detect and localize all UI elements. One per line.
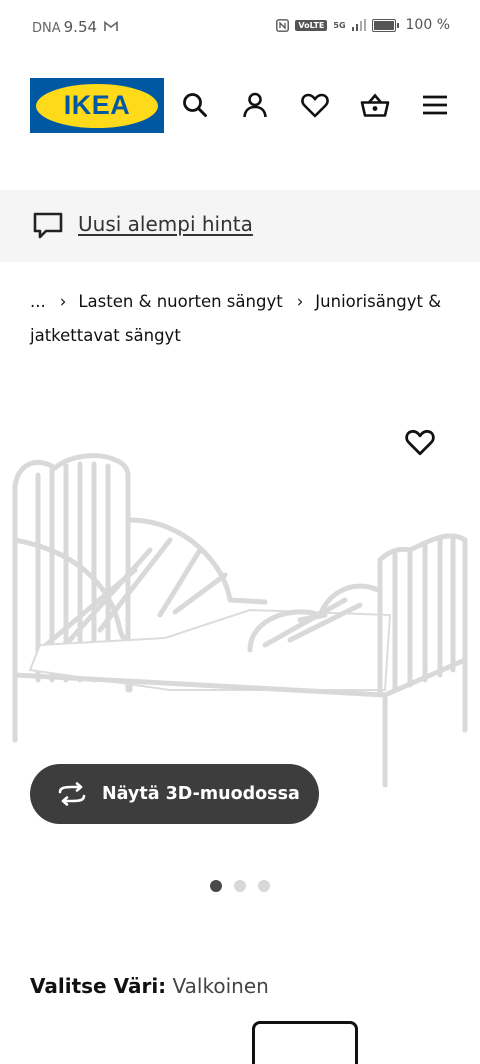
account-icon[interactable]	[240, 90, 270, 120]
clock: 9.54	[63, 18, 98, 36]
gallery-pagination	[210, 880, 270, 892]
gmail-icon	[104, 21, 118, 31]
promo-link[interactable]: Uusi alempi hinta	[78, 212, 253, 236]
battery-level: 100 %	[405, 17, 450, 33]
rotate-3d-icon	[56, 782, 88, 806]
basket-icon[interactable]	[360, 90, 390, 120]
gallery-dot-2[interactable]	[234, 880, 246, 892]
logo-oval: IKEA	[36, 83, 158, 128]
color-swatch-selected[interactable]	[252, 1021, 358, 1064]
heart-icon[interactable]	[300, 90, 330, 120]
signal-icon	[351, 19, 366, 31]
battery-icon	[371, 18, 399, 32]
gallery-dot-1[interactable]	[210, 880, 222, 892]
chevron-right-icon: ›	[59, 292, 67, 311]
view-in-3d-button[interactable]: Näytä 3D-muodossa	[30, 764, 319, 824]
breadcrumb-ellipsis[interactable]: ...	[30, 292, 46, 311]
breadcrumb-item-kids-beds[interactable]: Lasten & nuorten sängyt	[78, 292, 282, 311]
gallery-dot-3[interactable]	[258, 880, 270, 892]
menu-icon[interactable]	[420, 90, 450, 120]
chat-bubble-icon	[33, 212, 63, 239]
add-to-wishlist-heart-icon[interactable]	[404, 426, 436, 458]
price-promo-banner[interactable]: Uusi alempi hinta	[0, 190, 480, 262]
status-right: VoLTE 5G 100 %	[276, 17, 450, 33]
status-bar: DNA 9.54 VoLTE 5G 100 %	[0, 0, 480, 56]
ikea-logo[interactable]: IKEA	[30, 78, 164, 133]
search-icon[interactable]	[180, 90, 210, 120]
color-selector-heading: Valitse Väri: Valkoinen	[30, 974, 269, 998]
color-label: Valitse Väri:	[30, 974, 167, 998]
nfc-icon	[276, 18, 290, 32]
carrier-label: DNA	[32, 21, 61, 36]
site-header: IKEA	[0, 76, 480, 136]
status-left: DNA 9.54	[32, 18, 118, 36]
view-in-3d-label: Näytä 3D-muodossa	[102, 784, 300, 804]
selected-color-value: Valkoinen	[172, 974, 269, 998]
volte-badge: VoLTE	[295, 19, 328, 31]
chevron-right-icon: ›	[296, 292, 304, 311]
network-type: 5G	[333, 20, 346, 30]
logo-text: IKEA	[63, 90, 131, 120]
breadcrumb: ... › Lasten & nuorten sängyt › Juniorisängy…	[30, 285, 455, 353]
